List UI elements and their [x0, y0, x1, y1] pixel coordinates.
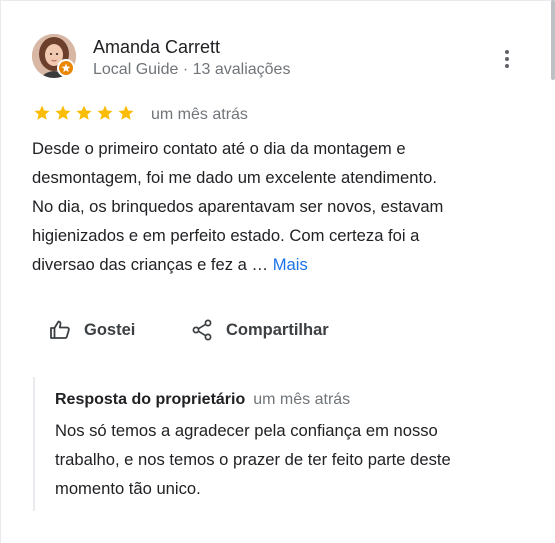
owner-reply-line: Nos só temos a agradecer pela confiança … [55, 421, 438, 440]
star-icon [97, 105, 113, 120]
scrollbar-thumb[interactable] [551, 0, 555, 80]
star-icon [76, 105, 92, 120]
share-button[interactable]: Compartilhar [190, 314, 329, 346]
star-icon [34, 105, 50, 120]
owner-reply-date: um mês atrás [253, 391, 351, 408]
card-top-border [0, 0, 555, 1]
reviewer-name[interactable]: Amanda Carrett [93, 37, 220, 58]
reviewer-meta[interactable]: Local Guide · 13 avaliações [93, 61, 290, 79]
star-icon [55, 105, 71, 120]
share-icon [192, 319, 212, 341]
local-guide-badge-icon [57, 59, 75, 77]
thumb-up-icon [50, 320, 70, 339]
owner-reply-divider [33, 377, 35, 511]
card-left-border [0, 0, 1, 543]
owner-reply-text: Nos só temos a agradecer pela confiança … [55, 416, 535, 503]
like-label: Gostei [84, 320, 136, 339]
review-date: um mês atrás [151, 106, 248, 123]
review-line-last: diversao das crianças e fez a … Mais [32, 250, 532, 279]
review-line: higienizados e em perfeito estado. Com c… [32, 226, 420, 245]
owner-reply-line: momento tão unico. [55, 479, 201, 498]
owner-reply-title: Resposta do proprietário [55, 391, 246, 408]
owner-reply-line: trabalho, e nos temos o prazer de ter fe… [55, 450, 451, 469]
star-rating [33, 104, 135, 122]
share-label: Compartilhar [226, 320, 329, 339]
like-button[interactable]: Gostei [48, 314, 135, 346]
star-icon [118, 105, 134, 120]
owner-reply-header: Resposta do proprietário um mês atrás [55, 391, 350, 409]
review-line: diversao das crianças e fez a … [32, 255, 273, 274]
review-line: desmontagem, foi me dado um excelente at… [32, 168, 437, 187]
review-line: Desde o primeiro contato até o dia da mo… [32, 139, 406, 158]
more-vert-icon[interactable] [496, 46, 518, 72]
review-text: Desde o primeiro contato até o dia da mo… [32, 134, 532, 279]
review-line: No dia, os brinquedos aparentavam ser no… [32, 197, 444, 216]
more-link[interactable]: Mais [273, 255, 308, 274]
